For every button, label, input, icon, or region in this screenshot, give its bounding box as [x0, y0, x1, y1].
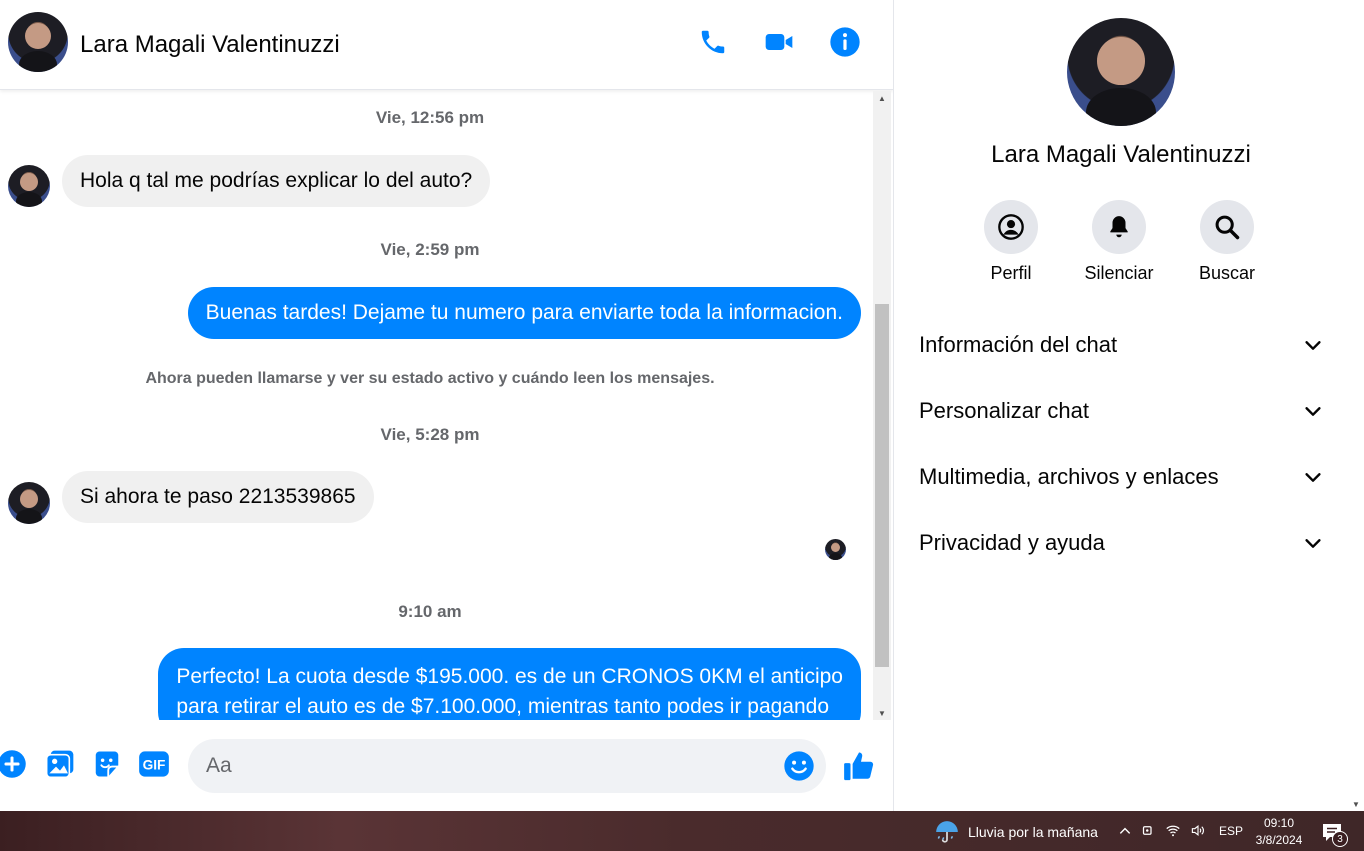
weather-text: Lluvia por la mañana: [968, 824, 1098, 840]
emoji-icon: [784, 751, 814, 781]
profile-icon: [998, 214, 1024, 240]
section-label: Privacidad y ayuda: [919, 530, 1105, 555]
gif-icon: GIF: [139, 751, 169, 777]
section-label: Información del chat: [919, 332, 1118, 357]
message-timestamp: Vie, 12:56 pm: [375, 108, 485, 127]
panel-scrollbar[interactable]: ▼: [1348, 0, 1364, 811]
scroll-up-arrow-icon[interactable]: ▲: [873, 91, 891, 105]
more-actions-button[interactable]: [0, 747, 29, 781]
section-privacy-help[interactable]: Privacidad y ayuda: [919, 521, 1324, 565]
send-like-button[interactable]: [842, 749, 876, 783]
system-tray: [1118, 823, 1206, 838]
meet-now-icon[interactable]: [1141, 823, 1156, 838]
message-line: para retirar el auto es de $7.100.000, m…: [176, 695, 830, 718]
message-composer: GIF: [0, 720, 893, 811]
section-chat-info[interactable]: Información del chat: [919, 323, 1324, 367]
section-media-files-links[interactable]: Multimedia, archivos y enlaces: [919, 455, 1324, 499]
thumbs-up-icon: [844, 752, 874, 781]
gif-button[interactable]: GIF: [137, 747, 171, 781]
voice-call-button[interactable]: [695, 24, 731, 60]
search-action-circle: [1200, 200, 1254, 254]
chevron-down-icon: [1305, 341, 1321, 350]
search-action-button[interactable]: Buscar: [1172, 200, 1282, 284]
chevron-down-icon: [1305, 407, 1321, 416]
chevron-down-icon: [1305, 539, 1321, 548]
scroll-down-arrow-icon[interactable]: ▼: [873, 706, 891, 720]
sender-avatar[interactable]: [8, 165, 50, 207]
scroll-thumb[interactable]: [875, 304, 889, 667]
message-scrollbar[interactable]: ▲ ▼: [873, 91, 891, 720]
video-camera-icon: [765, 34, 793, 50]
outgoing-message[interactable]: Buenas tardes! Dejame tu numero para env…: [187, 287, 861, 339]
action-label: Buscar: [1198, 263, 1256, 283]
contact-avatar[interactable]: [8, 12, 68, 72]
sender-avatar[interactable]: [8, 482, 50, 524]
wifi-icon[interactable]: [1165, 823, 1181, 838]
conversation-details-panel: Lara Magali Valentinuzzi Perfil Silencia…: [893, 0, 1364, 811]
incoming-message[interactable]: Si ahora te paso 2213539865: [62, 471, 374, 523]
profile-avatar[interactable]: [1067, 18, 1175, 126]
message-timestamp: 9:10 am: [398, 602, 462, 621]
volume-icon[interactable]: [1190, 823, 1206, 838]
clock-date: 3/8/2024: [1255, 833, 1303, 847]
message-line: Perfecto! La cuota desde $195.000. es de…: [176, 665, 843, 688]
action-label: Perfil: [990, 263, 1032, 283]
chat-header: Lara Magali Valentinuzzi: [0, 0, 893, 90]
profile-action-circle: [984, 200, 1038, 254]
clock-time: 09:10: [1263, 816, 1295, 830]
gif-label: GIF: [143, 758, 166, 773]
info-icon: [830, 27, 860, 57]
message-input[interactable]: [188, 739, 826, 793]
notification-count-badge: 3: [1332, 831, 1348, 847]
windows-taskbar: Lluvia por la mañana ESP 09:10 3/8/2024 …: [0, 811, 1364, 851]
read-receipt-avatar: [825, 539, 846, 560]
section-customize-chat[interactable]: Personalizar chat: [919, 389, 1324, 433]
sticker-button[interactable]: [90, 747, 124, 781]
search-icon: [1215, 215, 1240, 240]
gallery-icon: [45, 750, 74, 779]
chevron-up-icon[interactable]: [1118, 824, 1132, 838]
outgoing-message[interactable]: Perfecto! La cuota desde $195.000. es de…: [158, 648, 861, 720]
section-label: Personalizar chat: [919, 398, 1089, 423]
input-language[interactable]: ESP: [1219, 824, 1243, 838]
profile-action-button[interactable]: Perfil: [956, 200, 1066, 284]
weather-widget[interactable]: Lluvia por la mañana: [934, 819, 1098, 845]
emoji-button[interactable]: [783, 750, 815, 782]
scroll-down-arrow-icon[interactable]: ▼: [1352, 800, 1360, 809]
action-label: Silenciar: [1084, 263, 1154, 283]
message-timestamp: Vie, 5:28 pm: [380, 425, 480, 444]
mute-action-button[interactable]: Silenciar: [1064, 200, 1174, 284]
umbrella-icon: [936, 821, 958, 843]
conversation-info-button[interactable]: [827, 24, 863, 60]
message-list[interactable]: Vie, 12:56 pm Hola q tal me podrías expl…: [0, 91, 873, 720]
mute-action-circle: [1092, 200, 1146, 254]
plus-circle-icon: [0, 750, 26, 778]
section-label: Multimedia, archivos y enlaces: [919, 464, 1219, 489]
video-call-button[interactable]: [761, 24, 797, 60]
bell-icon: [1110, 216, 1128, 238]
sticker-icon: [95, 751, 119, 777]
phone-icon: [701, 30, 725, 54]
system-notice: Ahora pueden llamarse y ver su estado ac…: [145, 370, 715, 387]
profile-name: Lara Magali Valentinuzzi: [991, 141, 1251, 168]
contact-name[interactable]: Lara Magali Valentinuzzi: [80, 31, 340, 59]
taskbar-clock[interactable]: 09:10 3/8/2024: [1250, 815, 1308, 849]
incoming-message[interactable]: Hola q tal me podrías explicar lo del au…: [62, 155, 491, 207]
message-timestamp: Vie, 2:59 pm: [380, 240, 480, 259]
attach-photo-button[interactable]: [43, 747, 77, 781]
messenger-window: Lara Magali Valentinuzzi Vie, 12:56 pm H…: [0, 0, 1364, 811]
chevron-down-icon: [1305, 473, 1321, 482]
